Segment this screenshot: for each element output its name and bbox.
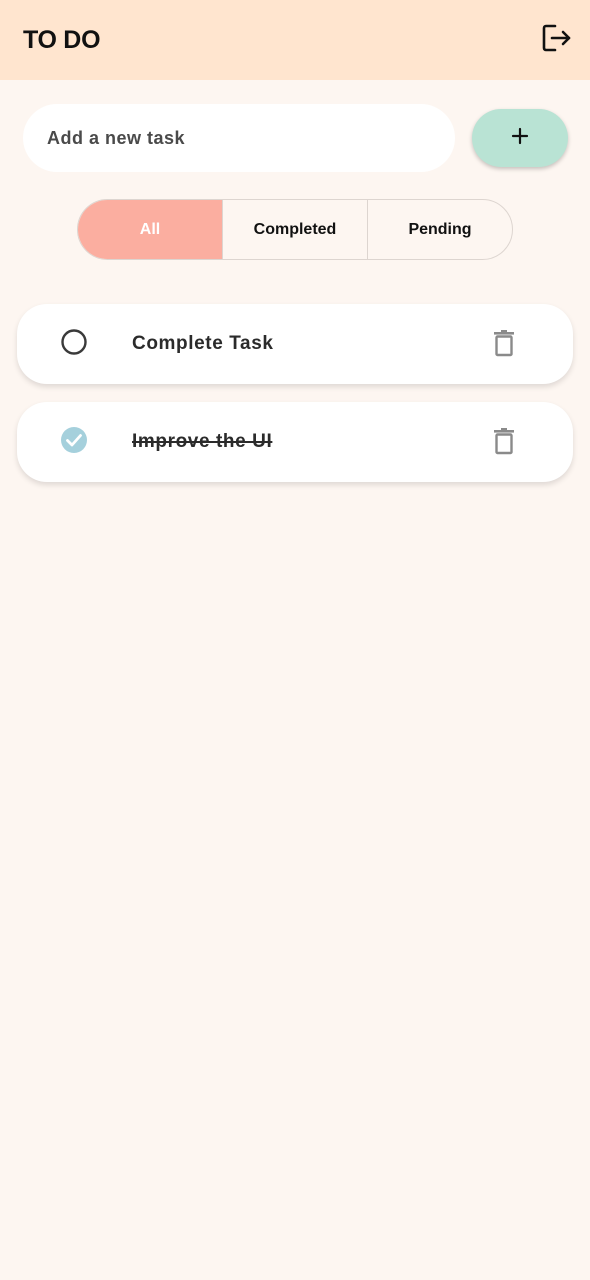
filter-segmented-control: All Completed Pending bbox=[77, 199, 513, 260]
task-title: Complete Task bbox=[132, 333, 274, 354]
new-task-input[interactable] bbox=[23, 104, 455, 172]
filter-all[interactable]: All bbox=[78, 200, 222, 259]
app-bar: TO DO bbox=[0, 0, 590, 80]
delete-task-button[interactable] bbox=[485, 424, 523, 462]
plus-icon bbox=[511, 127, 529, 150]
logout-button[interactable] bbox=[534, 20, 578, 60]
trash-icon bbox=[493, 427, 515, 460]
task-card: Complete Task bbox=[17, 304, 573, 384]
add-task-button[interactable] bbox=[472, 109, 568, 167]
task-title: Improve the UI bbox=[132, 431, 273, 452]
trash-icon bbox=[493, 329, 515, 362]
circle-outline-icon bbox=[60, 328, 88, 361]
app-title: TO DO bbox=[23, 26, 101, 54]
task-toggle[interactable] bbox=[57, 425, 91, 459]
filter-pending[interactable]: Pending bbox=[367, 200, 512, 259]
delete-task-button[interactable] bbox=[485, 326, 523, 364]
logout-icon bbox=[540, 23, 572, 58]
check-circle-icon bbox=[60, 426, 88, 459]
task-toggle[interactable] bbox=[57, 327, 91, 361]
filter-completed[interactable]: Completed bbox=[222, 200, 367, 259]
task-card: Improve the UI bbox=[17, 402, 573, 482]
